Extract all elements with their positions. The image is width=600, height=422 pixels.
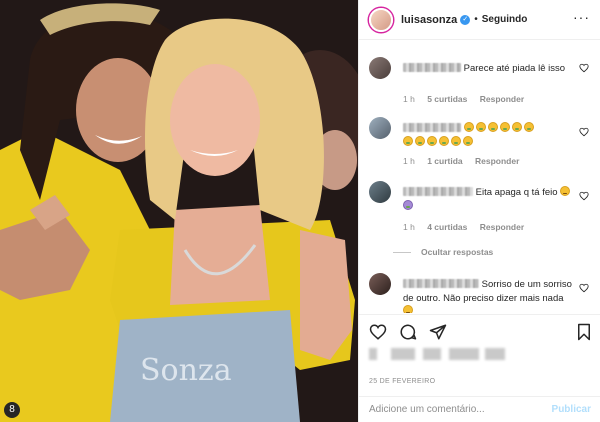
post-date[interactable]: 25 DE FEVEREIRO <box>369 378 435 385</box>
commenter-avatar[interactable] <box>369 273 391 295</box>
comment-text <box>403 122 575 149</box>
comment-time: 1 h <box>403 222 415 232</box>
comment-likes[interactable]: 5 curtidas <box>427 94 467 104</box>
post-action-bar <box>359 314 600 348</box>
post-header: luisasonza ✓ • Seguindo ··· <box>359 0 600 40</box>
share-icon[interactable] <box>429 323 447 341</box>
following-button[interactable]: Seguindo <box>482 14 528 25</box>
nauseated-face-icon <box>487 122 498 132</box>
publish-button[interactable]: Publicar <box>552 404 591 415</box>
nauseated-face-icon <box>499 122 510 132</box>
hide-replies-button[interactable]: Ocultar respostas <box>393 247 493 257</box>
likes-summary-blurred[interactable] <box>369 348 509 360</box>
comment-text: Eita apaga q tá feio <box>403 186 575 213</box>
reply-button[interactable]: Responder <box>480 94 524 104</box>
reply-button[interactable]: Responder <box>475 156 519 166</box>
nauseated-face-icon <box>463 122 474 132</box>
post-photo[interactable]: Sonza 8 <box>0 0 358 422</box>
comment-icon[interactable] <box>399 323 417 341</box>
comment-like-heart-icon[interactable] <box>579 191 589 201</box>
bookmark-icon[interactable] <box>575 323 593 341</box>
header-separator: • <box>474 14 478 25</box>
comment-input[interactable] <box>369 404 552 415</box>
nauseated-face-icon <box>403 135 413 146</box>
comment-likes[interactable]: 1 curtida <box>427 156 462 166</box>
commenter-username-blurred[interactable] <box>403 63 461 72</box>
verified-badge-icon: ✓ <box>460 14 471 25</box>
reply-button[interactable]: Responder <box>480 222 524 232</box>
comment-body: Eita apaga q tá feio <box>475 187 558 198</box>
heart-icon[interactable] <box>369 323 387 341</box>
add-comment-bar: Publicar <box>359 396 600 422</box>
nauseated-face-icon <box>511 122 522 132</box>
nauseated-face-icon <box>415 135 425 146</box>
commenter-username-blurred[interactable] <box>403 187 473 196</box>
commenter-avatar[interactable] <box>369 181 391 203</box>
photo-corner-badge[interactable]: 8 <box>4 402 20 418</box>
commenter-avatar[interactable] <box>369 57 391 79</box>
comment-like-heart-icon[interactable] <box>579 127 589 137</box>
comment-meta: 1 h 4 curtidas Responder <box>403 222 534 232</box>
author-avatar[interactable] <box>369 7 393 32</box>
comment-text: Parece até piada lê isso <box>403 62 575 76</box>
thinking-face-icon <box>403 305 413 313</box>
comment-time: 1 h <box>403 94 415 104</box>
comments-list[interactable]: Parece até piada lê isso 1 h 5 curtidas … <box>359 41 600 313</box>
commenter-username-blurred[interactable] <box>403 279 479 288</box>
nauseated-face-icon <box>523 122 534 132</box>
comment-like-heart-icon[interactable] <box>579 63 589 73</box>
nauseated-face-icon <box>439 135 449 146</box>
author-username[interactable]: luisasonza <box>401 14 457 26</box>
woman-facepalming-icon <box>403 199 413 210</box>
nauseated-face-icon <box>475 122 486 132</box>
comment-time: 1 h <box>403 156 415 166</box>
comment-likes[interactable]: 4 curtidas <box>427 222 467 232</box>
commenter-username-blurred[interactable] <box>403 123 461 132</box>
nauseated-face-icon <box>463 135 473 146</box>
svg-text:Sonza: Sonza <box>140 353 232 388</box>
comment-text: Sorriso de um sorriso de outro. Não prec… <box>403 278 575 313</box>
comment-body: Parece até piada lê isso <box>463 63 566 74</box>
comment-like-heart-icon[interactable] <box>579 283 589 293</box>
post-photo-illustration: Sonza <box>0 0 358 422</box>
more-options-icon[interactable]: ··· <box>573 10 590 28</box>
comment-meta: 1 h 5 curtidas Responder <box>403 94 534 104</box>
comment-meta: 1 h 1 curtida Responder <box>403 156 529 166</box>
unamused-face-icon <box>560 186 571 196</box>
commenter-avatar[interactable] <box>369 117 391 139</box>
nauseated-face-icon <box>451 135 461 146</box>
nauseated-face-icon <box>427 135 437 146</box>
post-side-panel: luisasonza ✓ • Seguindo ··· Parece até p… <box>358 0 600 422</box>
